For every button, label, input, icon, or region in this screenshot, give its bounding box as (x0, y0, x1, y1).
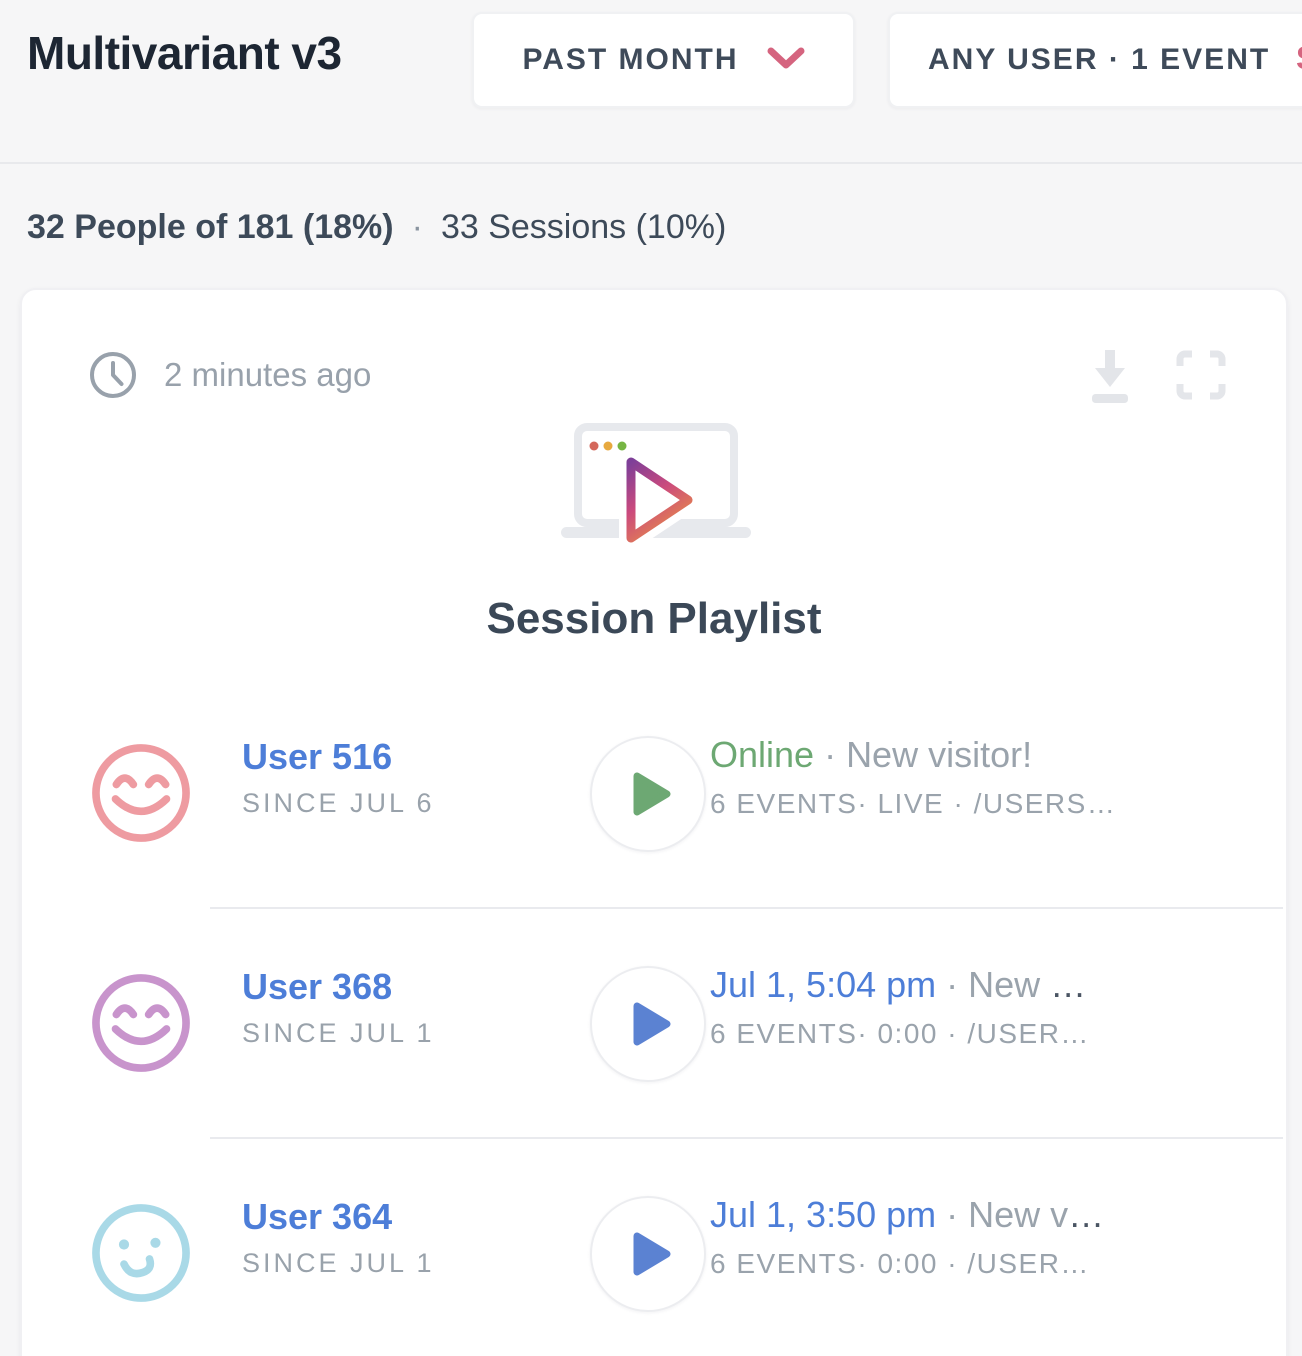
page-title: Multivariant v3 (27, 26, 342, 80)
session-playlist-card: 2 minutes ago (20, 288, 1288, 1356)
smirk-face-avatar-icon (90, 1202, 192, 1304)
status-note: New v (968, 1194, 1068, 1235)
user-event-filter-button[interactable]: ANY USER · 1 EVENT S (888, 12, 1302, 108)
since-label: SINCE JUL 1 (242, 1018, 435, 1049)
status-online: Online (710, 734, 814, 775)
clock-icon (88, 350, 138, 405)
happy-face-avatar-icon (90, 742, 192, 844)
last-updated-text: 2 minutes ago (164, 350, 371, 400)
session-status: Jul 1, 3:50 pm·New v… 6 EVENTS· 0:00 · /… (710, 1194, 1104, 1280)
stats-separator: · (412, 208, 423, 247)
status-note: New (968, 964, 1050, 1005)
people-count: 32 People of 181 (18%) (27, 208, 394, 247)
user-link[interactable]: User 368 (242, 966, 435, 1008)
user-link[interactable]: User 516 (242, 736, 435, 778)
since-label: SINCE JUL 1 (242, 1248, 435, 1279)
session-row: User 516 SINCE JUL 6 Online·New visitor!… (22, 680, 1286, 910)
session-status: Online·New visitor! 6 EVENTS· LIVE · /US… (710, 734, 1116, 820)
session-row: User 368 SINCE JUL 1 Jul 1, 5:04 pm·New … (22, 910, 1286, 1140)
session-meta: 6 EVENTS· LIVE · /USERS… (710, 788, 1116, 820)
chevron-down-icon (767, 46, 805, 75)
sessions-count: 33 Sessions (10%) (441, 208, 726, 247)
date-range-button[interactable]: PAST MONTH (472, 12, 855, 108)
session-player-illustration-icon (561, 423, 751, 554)
download-icon[interactable] (1084, 346, 1136, 409)
play-session-button[interactable] (590, 966, 706, 1082)
clipped-pink-text: S (1296, 40, 1302, 77)
user-link[interactable]: User 364 (242, 1196, 435, 1238)
row-divider (210, 1137, 1283, 1139)
session-status: Jul 1, 5:04 pm·New … 6 EVENTS· 0:00 · /U… (710, 964, 1090, 1050)
play-session-button[interactable] (590, 736, 706, 852)
play-session-button[interactable] (590, 1196, 706, 1312)
happy-face-avatar-icon (90, 972, 192, 1074)
summary-stats: 32 People of 181 (18%) · 33 Sessions (10… (27, 198, 726, 256)
session-meta: 6 EVENTS· 0:00 · /USER… (710, 1248, 1104, 1280)
fullscreen-icon[interactable] (1176, 350, 1226, 405)
date-range-label: PAST MONTH (522, 43, 738, 77)
status-note: New visitor! (846, 734, 1032, 775)
since-label: SINCE JUL 6 (242, 788, 435, 819)
report-page: Multivariant v3 PAST MONTH ANY USER · 1 … (0, 0, 1302, 1356)
session-row: User 364 SINCE JUL 1 Jul 1, 3:50 pm·New … (22, 1140, 1286, 1356)
filter-label: ANY USER · 1 EVENT (928, 43, 1270, 77)
session-meta: 6 EVENTS· 0:00 · /USER… (710, 1018, 1090, 1050)
row-divider (210, 907, 1283, 909)
session-timestamp: Jul 1, 5:04 pm (710, 964, 936, 1005)
card-title: Session Playlist (22, 594, 1286, 644)
session-timestamp: Jul 1, 3:50 pm (710, 1194, 936, 1235)
header-divider (0, 162, 1302, 164)
